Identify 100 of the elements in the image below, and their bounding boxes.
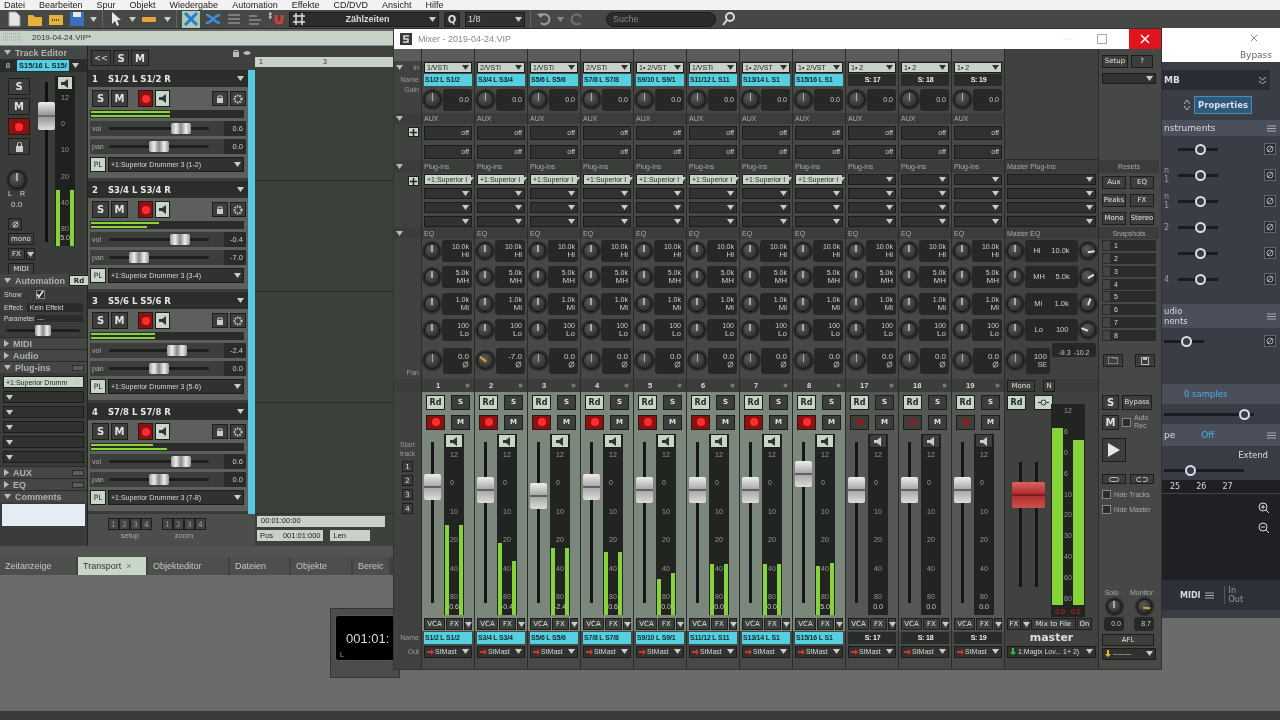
plugin-slot[interactable] — [689, 201, 737, 213]
solo-knob[interactable] — [1106, 599, 1122, 614]
plugin-slot[interactable] — [530, 215, 578, 227]
gain-knob[interactable] — [901, 91, 918, 108]
settings-button[interactable] — [230, 313, 246, 328]
eq-knob[interactable] — [689, 321, 705, 338]
eq-knob[interactable] — [477, 269, 493, 286]
record-button[interactable] — [532, 414, 551, 430]
menu-item[interactable]: Automation — [232, 0, 278, 10]
eq-knob[interactable] — [636, 321, 652, 338]
eq-knob[interactable] — [636, 269, 652, 286]
tab[interactable]: Bereic — [353, 557, 389, 575]
zoom-out-icon[interactable] — [1258, 522, 1270, 534]
eq-knob[interactable] — [689, 269, 705, 286]
lock-button[interactable] — [212, 202, 228, 217]
eq-knob[interactable] — [636, 243, 652, 260]
eq-knob[interactable] — [901, 295, 917, 312]
fx-menu-button[interactable] — [941, 618, 949, 630]
menu-item[interactable]: Wiedergabe — [169, 0, 219, 10]
search-icon[interactable] — [721, 11, 737, 27]
plugin-slot[interactable] — [583, 201, 631, 213]
pan-knob[interactable] — [583, 352, 600, 369]
link-button[interactable] — [1034, 394, 1053, 410]
mute-toggle[interactable] — [1264, 335, 1276, 347]
plugin-slot[interactable] — [636, 215, 684, 227]
dot-icon[interactable] — [942, 383, 947, 388]
menu-item[interactable]: Spur — [96, 0, 116, 10]
triangle-down-icon[interactable] — [4, 365, 11, 370]
monitor-button[interactable] — [657, 434, 675, 448]
lock-icon[interactable] — [232, 49, 240, 57]
triangle-down-icon[interactable] — [396, 116, 403, 121]
record-button[interactable] — [744, 414, 763, 430]
eq-knob[interactable] — [742, 321, 758, 338]
eq-knob[interactable] — [795, 321, 811, 338]
checkbox[interactable] — [1102, 490, 1111, 499]
lock-button[interactable] — [212, 313, 228, 328]
menu-item[interactable]: Objekt — [129, 0, 156, 10]
plugin-slot[interactable] — [795, 201, 843, 213]
read-button[interactable]: Rd — [1007, 394, 1026, 410]
solo-button[interactable]: S — [92, 201, 109, 218]
crossfade-icon[interactable] — [205, 11, 221, 27]
zoom-in-icon[interactable] — [1258, 502, 1270, 514]
plugin-slot[interactable] — [583, 215, 631, 227]
record-button[interactable] — [479, 414, 498, 430]
mute-toggle[interactable] — [1264, 169, 1276, 181]
eq-knob[interactable] — [1007, 295, 1023, 312]
monitor-button[interactable] — [155, 312, 170, 329]
fader-thumb[interactable] — [477, 477, 494, 504]
plugin-slot[interactable] — [848, 187, 896, 199]
search-field[interactable]: Suche — [606, 11, 716, 27]
mute-button[interactable]: M — [111, 423, 128, 440]
mute-toggle[interactable] — [1264, 273, 1276, 285]
fader-thumb[interactable] — [954, 477, 971, 504]
menu-item[interactable]: Effekte — [291, 0, 320, 10]
preset-dropdown[interactable]: MB — [1160, 70, 1270, 90]
monitor-button[interactable] — [445, 434, 463, 448]
triangle-right-icon[interactable] — [4, 481, 9, 488]
gain-knob[interactable] — [583, 91, 600, 108]
solo-button[interactable]: S — [8, 78, 30, 95]
monitor-button[interactable] — [551, 434, 569, 448]
unlink-button[interactable] — [1130, 474, 1154, 484]
dot-icon[interactable] — [783, 383, 788, 388]
menu-icon[interactable] — [1267, 431, 1276, 439]
quantize-button[interactable]: Q — [444, 11, 460, 27]
section-title[interactable]: EQ — [13, 479, 26, 490]
plugin-slot[interactable] — [424, 201, 472, 213]
fx-menu-button[interactable] — [676, 618, 684, 630]
solo-button[interactable]: S — [92, 90, 109, 107]
volume-slider-thumb[interactable] — [171, 123, 192, 134]
pan-slider-thumb[interactable] — [149, 363, 169, 374]
settings-button[interactable] — [230, 424, 246, 439]
mute-toggle[interactable] — [1264, 195, 1276, 207]
fader-thumb[interactable] — [38, 101, 55, 130]
mute-toggle[interactable] — [1264, 221, 1276, 233]
record-button[interactable] — [426, 414, 445, 430]
tab[interactable]: Zeitanzeige — [0, 557, 76, 575]
tab[interactable]: Transport × — [78, 557, 146, 575]
eq-knob[interactable] — [689, 243, 705, 260]
slider-thumb[interactable] — [1195, 143, 1207, 155]
pan-knob[interactable] — [636, 352, 653, 369]
eq-knob[interactable] — [742, 295, 758, 312]
triangle-down-icon[interactable] — [396, 64, 403, 70]
read-button[interactable]: Rd — [585, 394, 604, 410]
plugin-slot[interactable] — [742, 201, 790, 213]
fader-thumb[interactable] — [742, 477, 759, 504]
add-button[interactable] — [408, 127, 419, 137]
fader-thumb[interactable] — [689, 477, 706, 504]
dot-icon[interactable] — [836, 383, 841, 388]
eq-gain-knob[interactable] — [1080, 321, 1096, 338]
eye-icon[interactable] — [242, 49, 252, 57]
menu-icon[interactable] — [1204, 591, 1214, 599]
snapshot-dropdown[interactable] — [1102, 73, 1156, 84]
triangle-down-icon[interactable] — [4, 278, 11, 283]
fx-menu-button[interactable] — [729, 618, 737, 630]
plugin-slot[interactable] — [742, 215, 790, 227]
gain-knob[interactable] — [848, 91, 865, 108]
snap-dropdown[interactable]: Zählzeiten — [289, 11, 439, 27]
menu-item[interactable]: Datei — [4, 0, 25, 10]
mute-button[interactable]: M — [111, 312, 128, 329]
slider-thumb[interactable] — [1195, 247, 1207, 259]
